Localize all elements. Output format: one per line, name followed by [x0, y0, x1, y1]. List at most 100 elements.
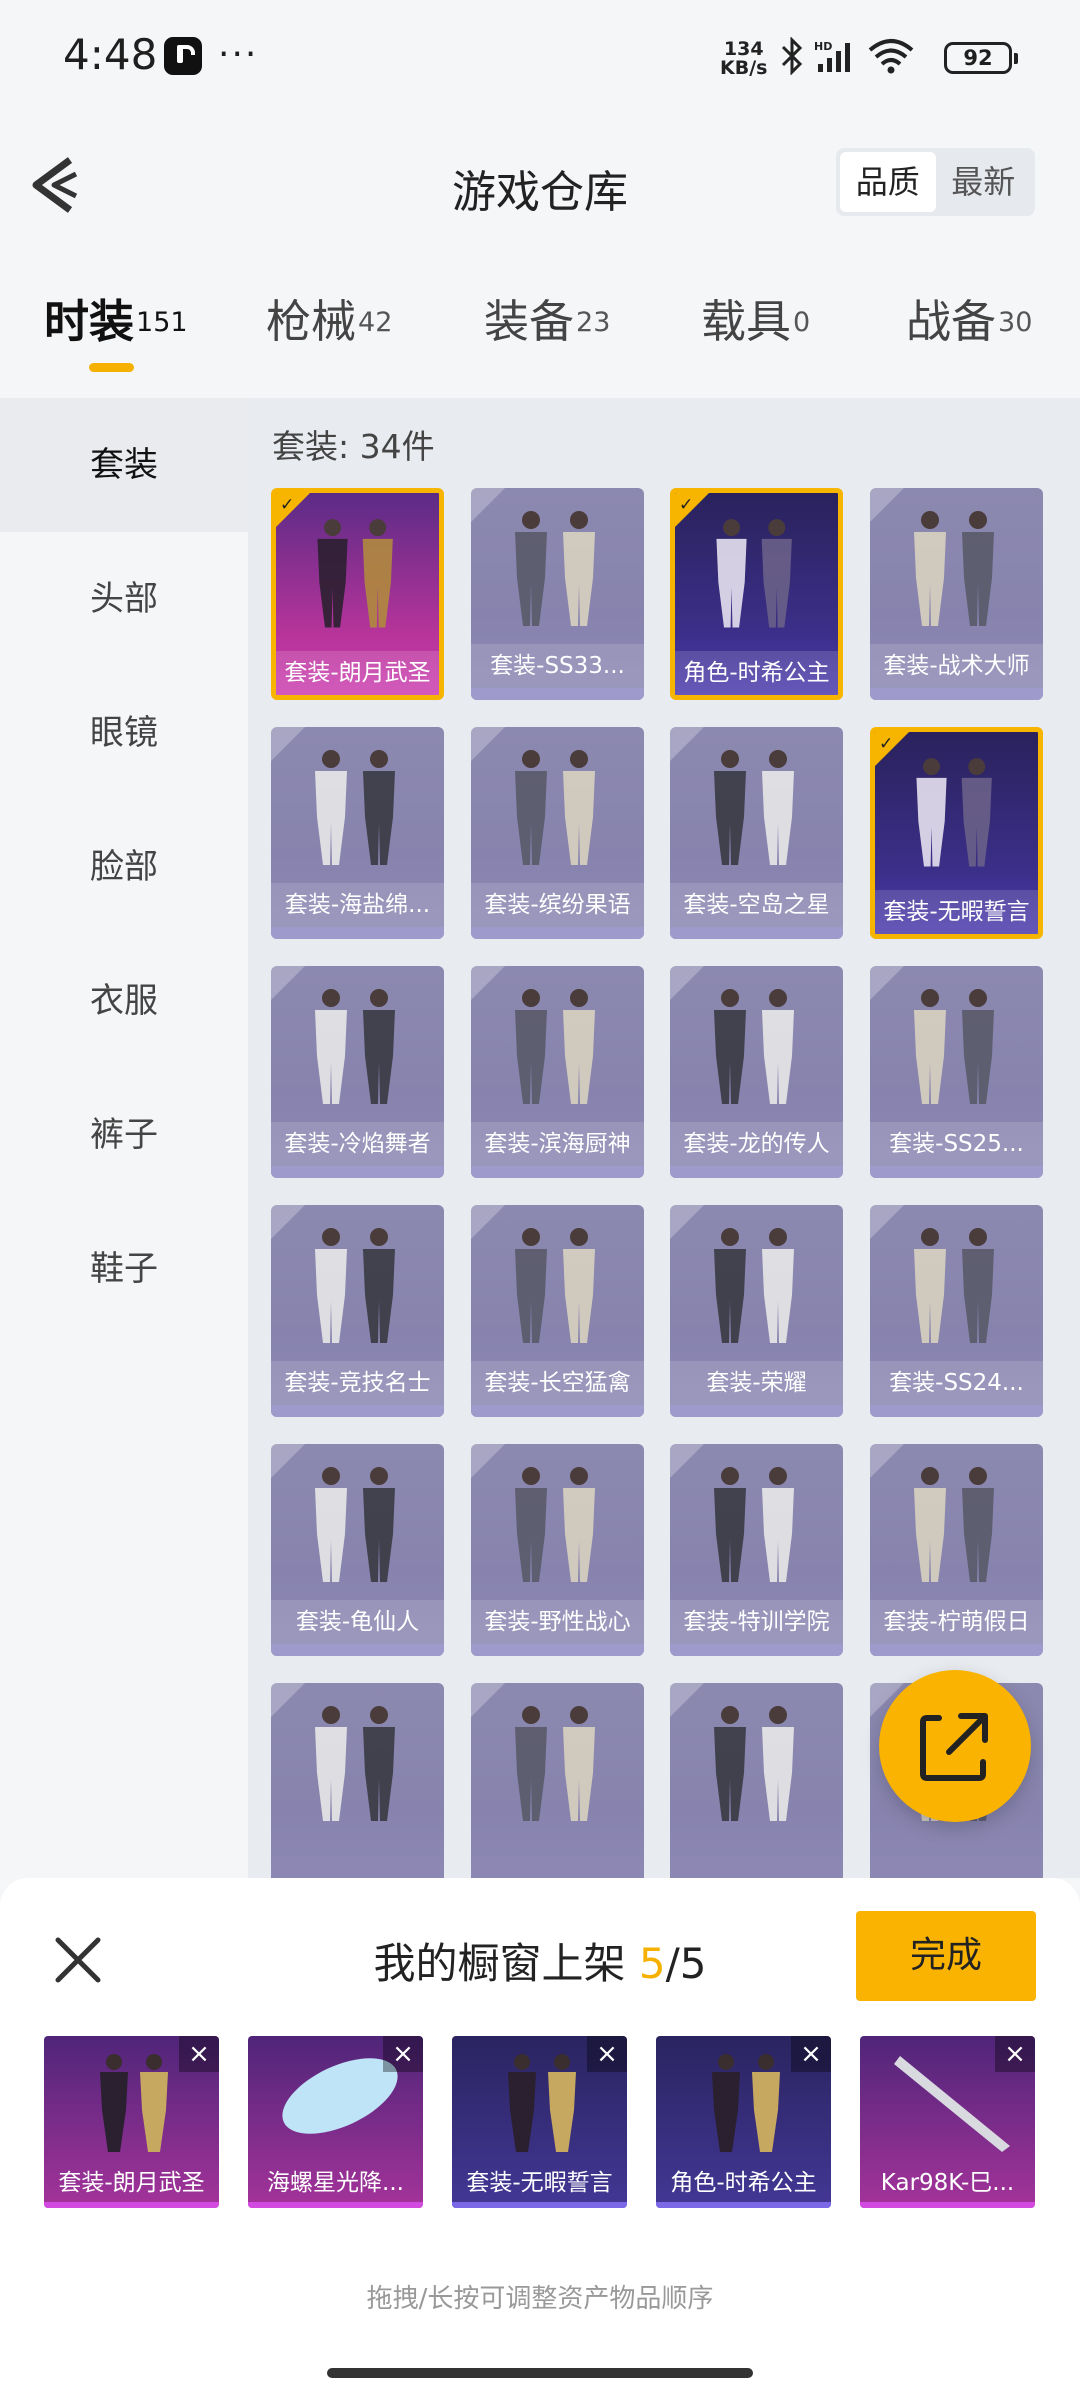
outfit-image [515, 989, 595, 1104]
sidebar-item-pants[interactable]: 裤子 [0, 1068, 248, 1202]
outfit-tile[interactable]: ✓ 套装-朗月武圣 [271, 488, 444, 700]
showcase-item-name: Kar98K-巳... [880, 2170, 1015, 2196]
outfit-tile[interactable]: 套装-空岛之星 [670, 727, 843, 939]
remove-item-icon[interactable]: × [995, 2036, 1035, 2072]
item-count-label: 套装: 34件 [272, 427, 435, 466]
tile-base-strip [870, 688, 1043, 700]
outfit-tile[interactable]: 套装-冷焰舞者 [271, 966, 444, 1178]
outfit-image [914, 1467, 994, 1582]
tile-base-strip [271, 1166, 444, 1178]
showcase-total-count: /5 [665, 1939, 707, 1988]
outfit-name: 套装-SS25... [870, 1122, 1043, 1166]
close-button[interactable] [48, 1930, 108, 1990]
outfit-tile[interactable]: 套装-长空猛禽 [471, 1205, 644, 1417]
outfit-tile[interactable]: ✓ 角色-时希公主 [670, 488, 843, 700]
tile-base-strip [471, 1644, 644, 1656]
showcase-item[interactable]: × 海螺星光降... [248, 2036, 423, 2208]
showcase-sheet: 我的橱窗上架 5/5 完成 × 套装-朗月武圣 × 海螺星光降... × 套装-无暇誓言 ×… [0, 1878, 1080, 2400]
sort-newest-option[interactable]: 最新 [936, 152, 1032, 212]
tile-base-strip [471, 927, 644, 939]
outfit-image [714, 1228, 794, 1343]
tab-gear[interactable]: 战备30 [906, 285, 1032, 350]
remove-item-icon[interactable]: × [383, 2036, 423, 2072]
tab-equipment[interactable]: 装备23 [484, 285, 610, 350]
tile-base-strip [670, 1644, 843, 1656]
outfit-name: 套装-冷焰舞者 [271, 1122, 444, 1166]
status-bar: 4:48 ··· 134 KB/s HD 92 [0, 0, 1080, 120]
back-button[interactable] [28, 152, 88, 218]
remove-item-icon[interactable]: × [179, 2036, 219, 2072]
outfit-tile[interactable]: 套装-龟仙人 [271, 1444, 444, 1656]
outfit-tile[interactable]: 套装-SS25... [870, 966, 1043, 1178]
rarity-bar [44, 2202, 219, 2208]
outfit-name: 套装-野性战心 [471, 1600, 644, 1644]
showcase-item[interactable]: × 套装-无暇誓言 [452, 2036, 627, 2208]
showcase-item-name: 套装-无暇誓言 [466, 2170, 613, 2196]
sidebar-item-face[interactable]: 脸部 [0, 800, 248, 934]
showcase-title-text: 我的橱窗上架 [373, 1939, 626, 1988]
sidebar-item-glasses[interactable]: 眼镜 [0, 666, 248, 800]
outfit-tile[interactable] [670, 1683, 843, 1878]
outfit-name: 套装-海盐绵... [271, 883, 444, 927]
active-tab-indicator [89, 363, 134, 372]
tab-vehicles[interactable]: 载具0 [701, 285, 810, 350]
outfit-tile[interactable] [471, 1683, 644, 1878]
outfit-tile[interactable]: 套装-竞技名士 [271, 1205, 444, 1417]
outfit-image [714, 750, 794, 865]
outfit-name: 套装-SS33... [471, 644, 644, 688]
sort-quality-option[interactable]: 品质 [840, 152, 936, 212]
tile-base-strip [670, 927, 843, 939]
tab-label: 装备 [484, 295, 575, 348]
outfit-tile[interactable]: 套装-滨海厨神 [471, 966, 644, 1178]
tiktok-icon [164, 37, 202, 75]
tab-fashion[interactable]: 时装151 [44, 285, 188, 350]
tab-count: 23 [576, 306, 611, 338]
tile-base-strip [271, 1405, 444, 1417]
showcase-item[interactable]: × Kar98K-巳... [860, 2036, 1035, 2208]
sidebar-item-outfit[interactable]: 套装 [0, 398, 248, 532]
sidebar-item-shoes[interactable]: 鞋子 [0, 1202, 248, 1336]
outfit-tile[interactable]: 套装-特训学院 [670, 1444, 843, 1656]
outfit-tile[interactable]: ✓ 套装-无暇誓言 [870, 727, 1043, 939]
outfit-name: 套装-SS24... [870, 1361, 1043, 1405]
rarity-bar [248, 2202, 423, 2208]
tab-firearms[interactable]: 枪械42 [266, 285, 392, 350]
outfit-tile[interactable]: 套装-野性战心 [471, 1444, 644, 1656]
sidebar-item-clothes[interactable]: 衣服 [0, 934, 248, 1068]
share-button[interactable] [879, 1670, 1031, 1822]
outfit-image [916, 758, 992, 867]
outfit-tile[interactable]: 套装-SS24... [870, 1205, 1043, 1417]
more-notifications-icon: ··· [218, 34, 259, 75]
reorder-hint: 拖拽/长按可调整资产物品顺序 [366, 2284, 714, 2314]
battery-icon: 92 [944, 42, 1018, 74]
outfit-tile[interactable]: 套装-海盐绵... [271, 727, 444, 939]
outfit-tile[interactable]: 套装-战术大师 [870, 488, 1043, 700]
outfit-tile[interactable]: 套装-龙的传人 [670, 966, 843, 1178]
outfit-tile[interactable]: 套装-SS33... [471, 488, 644, 700]
tab-count: 30 [998, 306, 1033, 338]
outfit-tile[interactable]: 套装-柠萌假日 [870, 1444, 1043, 1656]
tile-base-strip [870, 1405, 1043, 1417]
showcase-item[interactable]: × 套装-朗月武圣 [44, 2036, 219, 2208]
status-time: 4:48 [63, 30, 158, 79]
done-button[interactable]: 完成 [856, 1911, 1036, 2001]
outfit-tile[interactable]: 套装-荣耀 [670, 1205, 843, 1417]
showcase-item[interactable]: × 角色-时希公主 [656, 2036, 831, 2208]
outfit-name: 套装-缤纷果语 [471, 883, 644, 927]
outfit-tile[interactable] [271, 1683, 444, 1878]
outfit-name: 套装-空岛之星 [670, 883, 843, 927]
remove-item-icon[interactable]: × [791, 2036, 831, 2072]
tile-base-strip [271, 1644, 444, 1656]
home-indicator[interactable] [327, 2368, 753, 2378]
outfit-tile[interactable]: 套装-缤纷果语 [471, 727, 644, 939]
tile-base-strip [271, 927, 444, 939]
tile-base-strip [471, 1166, 644, 1178]
wifi-icon [868, 39, 914, 74]
outfit-name: 套装-滨海厨神 [471, 1122, 644, 1166]
tab-label: 载具 [701, 295, 792, 348]
sidebar-item-head[interactable]: 头部 [0, 532, 248, 666]
item-panel: 套装: 34件 ✓ 套装-朗月武圣 套装-SS33... ✓ 角色-时希公主 套装-战术大… [248, 398, 1080, 1878]
showcase-item-name: 海螺星光降... [267, 2170, 404, 2196]
remove-item-icon[interactable]: × [587, 2036, 627, 2072]
outfit-name: 套装-朗月武圣 [276, 651, 439, 695]
